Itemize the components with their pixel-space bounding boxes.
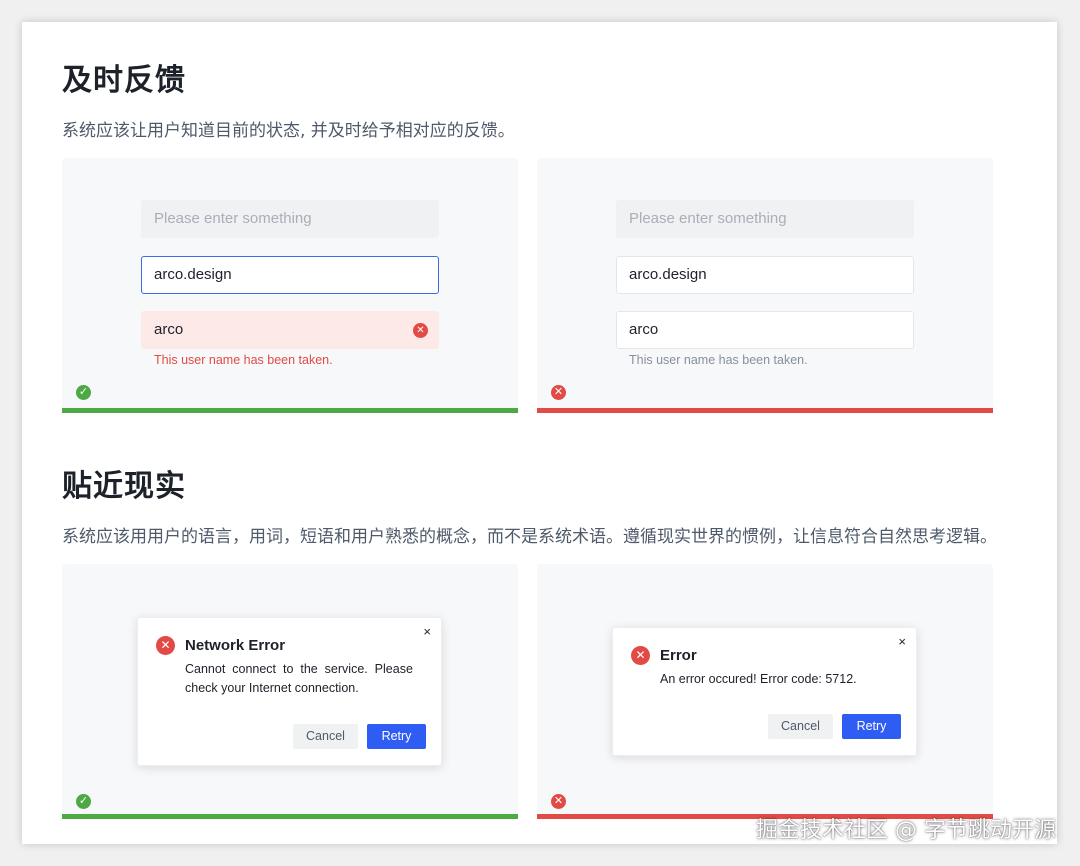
section-description-reality: 系统应该用用户的语言，用词，短语和用户熟悉的概念，而不是系统术语。遵循现实世界的… (62, 527, 997, 547)
retry-button[interactable]: Retry (367, 724, 426, 749)
username-input-error[interactable]: arco ✕ (141, 311, 439, 349)
check-circle-icon: ✓ (76, 385, 91, 400)
feedback-good-example-panel: Please enter something arco.design arco … (62, 158, 518, 413)
username-input-placeholder[interactable]: Please enter something (141, 200, 439, 238)
close-circle-icon: ✕ (551, 794, 566, 809)
error-circle-icon: ✕ (156, 636, 175, 655)
username-input-focused[interactable]: arco.design (141, 256, 439, 294)
dialog-title: Network Error (185, 637, 286, 654)
close-circle-icon: ✕ (551, 385, 566, 400)
username-input-one[interactable]: arco.design (616, 256, 914, 294)
error-message: This user name has been taken. (154, 353, 333, 367)
clear-error-icon[interactable]: ✕ (413, 323, 428, 338)
watermark: 掘金技术社区 @ 字节跳动开源 (756, 818, 1056, 843)
network-error-dialog: ✕ Network Error Cannot connect to the se… (137, 617, 442, 766)
close-icon[interactable]: × (898, 634, 906, 649)
close-icon[interactable]: × (423, 624, 431, 639)
username-input-two[interactable]: arco (616, 311, 914, 349)
cancel-button[interactable]: Cancel (768, 714, 833, 739)
dialog-title: Error (660, 647, 697, 664)
check-circle-icon: ✓ (76, 794, 91, 809)
section-title-reality: 贴近现实 (62, 469, 186, 504)
dialog-body: An error occured! Error code: 5712. (660, 672, 857, 686)
error-circle-icon: ✕ (631, 646, 650, 665)
reality-bad-example-panel: ✕ Error An error occured! Error code: 57… (537, 564, 993, 819)
dialog-body-line2: check your Internet connection. (185, 681, 359, 695)
retry-button[interactable]: Retry (842, 714, 901, 739)
error-dialog: ✕ Error An error occured! Error code: 57… (612, 627, 917, 756)
cancel-button[interactable]: Cancel (293, 724, 358, 749)
section-title-feedback: 及时反馈 (62, 63, 186, 98)
reality-good-example-panel: ✕ Network Error Cannot connect to the se… (62, 564, 518, 819)
good-status-bar (62, 408, 518, 413)
dialog-body-line1: Cannot connect to the service. Please (185, 662, 413, 676)
feedback-bad-example-panel: Please enter something arco.design arco … (537, 158, 993, 413)
bad-status-bar (537, 408, 993, 413)
help-message: This user name has been taken. (629, 353, 808, 367)
good-status-bar (62, 814, 518, 819)
section-description-feedback: 系统应该让用户知道目前的状态, 并及时给予相对应的反馈。 (62, 121, 515, 141)
username-input-placeholder[interactable]: Please enter something (616, 200, 914, 238)
username-input-error-value: arco (154, 321, 184, 338)
